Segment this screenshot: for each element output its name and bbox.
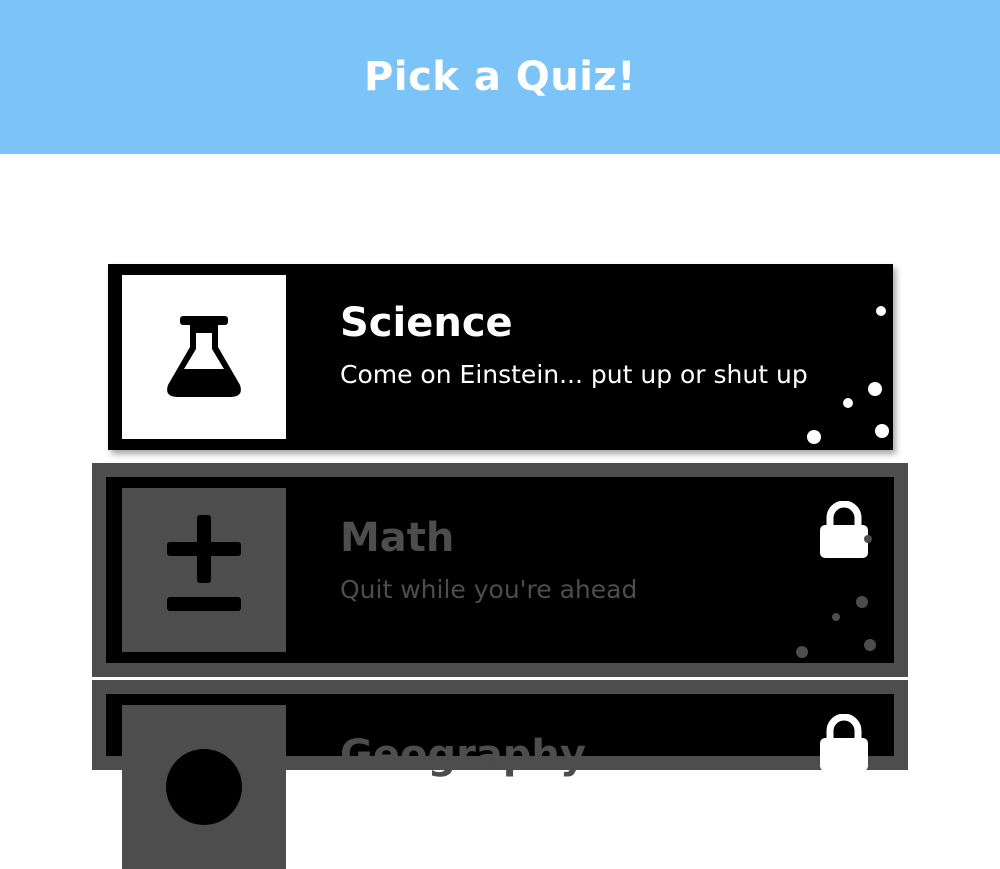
- quiz-card-math[interactable]: Math Quit while you're ahead: [92, 463, 908, 677]
- header-bar: Pick a Quiz!: [0, 0, 1000, 154]
- plus-minus-icon: [167, 515, 241, 611]
- quiz-icon-tile: [122, 488, 286, 652]
- quiz-icon-tile: [122, 705, 286, 869]
- lock-icon: [820, 501, 868, 558]
- lock-icon: [820, 714, 868, 771]
- quiz-title: Geography: [340, 732, 586, 778]
- page-title: Pick a Quiz!: [364, 54, 636, 100]
- quiz-card-science[interactable]: Science Come on Einstein... put up or sh…: [108, 264, 893, 450]
- flask-icon: [167, 316, 241, 397]
- quiz-title: Science: [340, 300, 513, 346]
- quiz-subtitle: Come on Einstein... put up or shut up: [340, 360, 808, 389]
- quiz-icon-tile: [122, 275, 286, 439]
- quiz-subtitle: Quit while you're ahead: [340, 575, 638, 604]
- decorative-dots: [807, 306, 889, 444]
- quiz-card-geography[interactable]: Geography: [92, 680, 908, 869]
- quiz-title: Math: [340, 515, 455, 561]
- globe-icon: [166, 749, 242, 825]
